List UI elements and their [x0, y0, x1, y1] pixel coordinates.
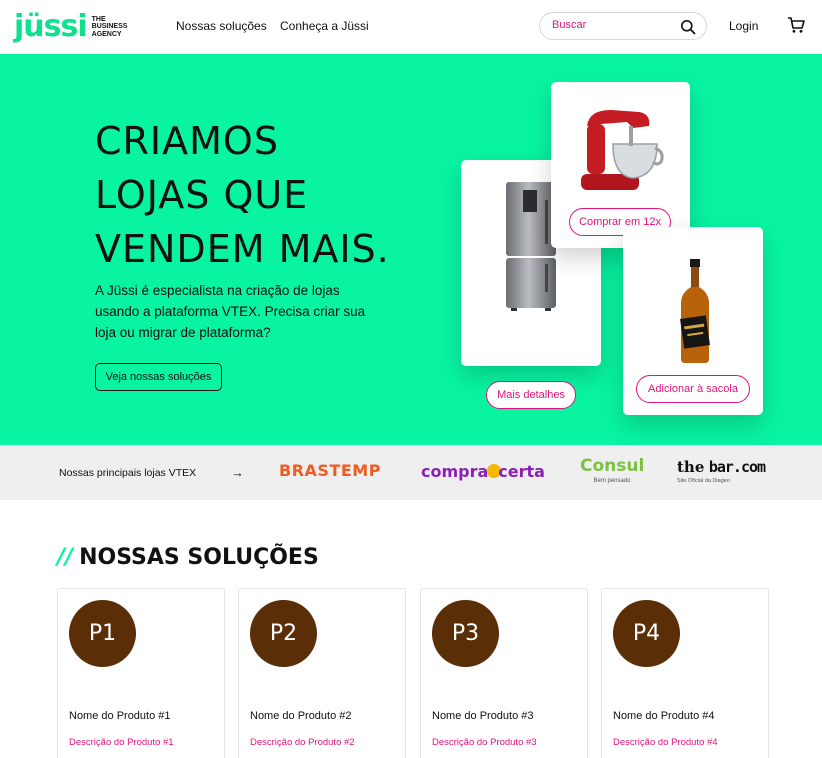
hero-section: CRIAMOS LOJAS QUE VENDEM MAIS. A Jüssi é…	[0, 54, 822, 445]
product-name: Nome do Produto #3	[432, 710, 534, 722]
jussi-logo[interactable]: jüssi THE BUSINESS AGENCY	[14, 11, 142, 43]
arrow-right-icon: →	[231, 465, 244, 480]
product-description: Descrição do Produto #2	[250, 737, 355, 748]
logo-consul: Consul Bem pensado	[580, 456, 645, 484]
mais-detalhes-button[interactable]: Mais detalhes	[486, 381, 576, 409]
product-card-mixer[interactable]: Comprar em 12x	[551, 82, 690, 248]
logo-thebar: the bar.com Site Oficial da Diageo	[677, 458, 766, 484]
adicionar-a-sacola-button[interactable]: Adicionar à sacola	[636, 375, 750, 403]
nav-conheca-a-jussi[interactable]: Conheça a Jüssi	[280, 19, 369, 33]
hero-title: CRIAMOS LOJAS QUE VENDEM MAIS.	[95, 119, 390, 271]
stores-band: Nossas principais lojas VTEX → BRASTEMP …	[0, 445, 822, 500]
product-card-whisky[interactable]: Adicionar à sacola	[623, 227, 763, 415]
product-badge: P4	[613, 600, 680, 667]
stand-mixer-image	[581, 110, 664, 190]
veja-solucoes-button[interactable]: Veja nossas soluções	[95, 363, 222, 391]
product-description: Descrição do Produto #4	[613, 737, 718, 748]
product-badge: P3	[432, 600, 499, 667]
site-header: jüssi THE BUSINESS AGENCY Nossas soluçõe…	[0, 0, 822, 54]
search-icon[interactable]	[680, 19, 696, 35]
product-description: Descrição do Produto #3	[432, 737, 537, 748]
product-card-1[interactable]: P1 Nome do Produto #1 Descrição do Produ…	[57, 588, 225, 758]
search-input[interactable]	[552, 19, 672, 31]
stores-label: Nossas principais lojas VTEX	[59, 467, 197, 479]
hero-description: A Jüssi é especialista na criação de loj…	[95, 283, 366, 340]
product-name: Nome do Produto #1	[69, 710, 171, 722]
login-link[interactable]: Login	[729, 19, 758, 33]
logo-wordmark: jüssi	[14, 9, 88, 44]
product-name: Nome do Produto #2	[250, 710, 352, 722]
logo-tagline: THE BUSINESS AGENCY	[91, 15, 128, 38]
product-card-4[interactable]: P4 Nome do Produto #4 Descrição do Produ…	[601, 588, 769, 758]
logo-brastemp: BRASTEMP	[279, 461, 381, 480]
product-badge: P1	[69, 600, 136, 667]
product-description: Descrição do Produto #1	[69, 737, 174, 748]
product-card-2[interactable]: P2 Nome do Produto #2 Descrição do Produ…	[238, 588, 406, 758]
product-name: Nome do Produto #4	[613, 710, 715, 722]
section-title-solucoes: //NOSSAS SOLUÇÕES	[57, 545, 319, 570]
search-box[interactable]	[539, 12, 707, 40]
title-slashes: //	[57, 545, 74, 570]
cart-icon[interactable]	[787, 16, 805, 34]
product-card-3[interactable]: P3 Nome do Produto #3 Descrição do Produ…	[420, 588, 588, 758]
nav-nossas-solucoes[interactable]: Nossas soluções	[176, 19, 267, 33]
whisky-bottle-image	[680, 259, 710, 363]
logo-compracerta: compra certa	[421, 461, 545, 481]
product-badge: P2	[250, 600, 317, 667]
